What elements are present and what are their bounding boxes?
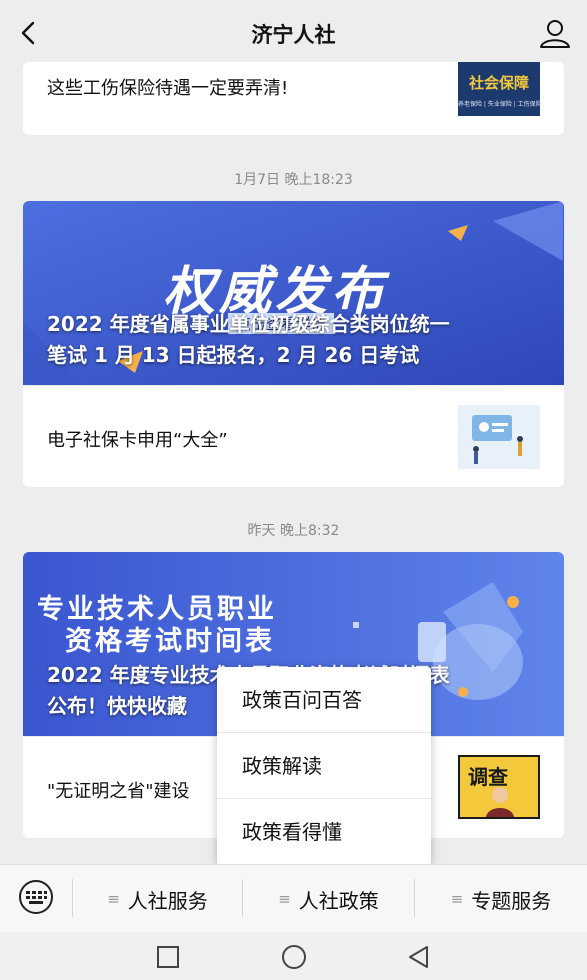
menu-tab-hr-policy[interactable]: ≡ 人社政策	[243, 865, 414, 933]
submenu-popup: 政策百问百答 政策解读 政策看得懂	[217, 667, 431, 865]
thumbnail-title: 社会保障	[468, 74, 529, 92]
menu-tab-hr-services[interactable]: ≡ 人社服务	[73, 865, 242, 933]
page-title: 济宁人社	[251, 23, 336, 47]
person-icon	[486, 787, 514, 817]
popup-item-policy-interpretation[interactable]: 政策解读	[217, 733, 431, 799]
article-card[interactable]: 这些工伤保险待遇一定要弄清! 社会保障 养老保险 | 失业保险 | 工伤保险	[23, 62, 564, 135]
banner-title-line: 2022 年度省属事业单位初级综合类岗位统一	[47, 312, 450, 336]
popup-item-policy-easy[interactable]: 政策看得懂	[217, 799, 431, 865]
menu-list-icon: ≡	[450, 890, 464, 908]
article-thumbnail: 社会保障 养老保险 | 失业保险 | 工伤保险	[458, 62, 542, 116]
menu-list-icon: ≡	[278, 890, 291, 908]
article-thumbnail	[458, 405, 540, 469]
menu-tab-label: 专题服务	[471, 888, 552, 913]
thumbnail-subtitle: 养老保险 | 失业保险 | 工伤保险	[458, 101, 542, 108]
banner-big-text: 专业技术人员职业 资格考试时间表	[37, 594, 277, 658]
message-timestamp: 昨天 晚上8:32	[247, 523, 340, 539]
article-thumbnail: 调查	[458, 755, 540, 819]
article-banner[interactable]: 权威发布 点击查看详情 2022 年度省属事业单位初级综合类岗位统一 笔试 1 …	[23, 201, 564, 385]
message-timestamp: 1月7日 晚上18:23	[234, 172, 353, 188]
article-card[interactable]: 权威发布 点击查看详情 2022 年度省属事业单位初级综合类岗位统一 笔试 1 …	[23, 201, 564, 487]
bottom-menu-bar: ≡ 人社服务 ≡ 人社政策 ≡ 专题服务	[0, 864, 587, 932]
article-row[interactable]: 电子社保卡申用“大全”	[23, 385, 564, 487]
banner-title: 2022 年度省属事业单位初级综合类岗位统一 笔试 1 月 13 日起报名，2 …	[47, 309, 548, 371]
popup-item-policy-qa[interactable]: 政策百问百答	[217, 667, 431, 733]
recent-apps-icon[interactable]	[153, 942, 183, 972]
profile-icon[interactable]	[537, 16, 573, 52]
system-nav-bar	[0, 932, 587, 980]
article-headline: 电子社保卡申用“大全”	[47, 430, 228, 451]
keyboard-icon[interactable]	[14, 879, 58, 915]
top-bar: 济宁人社	[0, 0, 587, 66]
menu-tab-special-services[interactable]: ≡ 专题服务	[415, 865, 587, 933]
article-headline: 这些工伤保险待遇一定要弄清!	[47, 78, 289, 99]
back-triangle-icon[interactable]	[404, 942, 434, 972]
banner-big-line: 专业技术人员职业	[37, 594, 277, 625]
home-icon[interactable]	[279, 942, 309, 972]
banner-big-line: 资格考试时间表	[65, 626, 275, 657]
menu-tab-label: 人社政策	[298, 888, 379, 913]
menu-list-icon: ≡	[107, 890, 120, 908]
article-row[interactable]: 这些工伤保险待遇一定要弄清! 社会保障 养老保险 | 失业保险 | 工伤保险	[23, 62, 564, 135]
menu-tab-label: 人社服务	[127, 888, 208, 913]
banner-title-line: 笔试 1 月 13 日起报名，2 月 26 日考试	[47, 343, 420, 367]
